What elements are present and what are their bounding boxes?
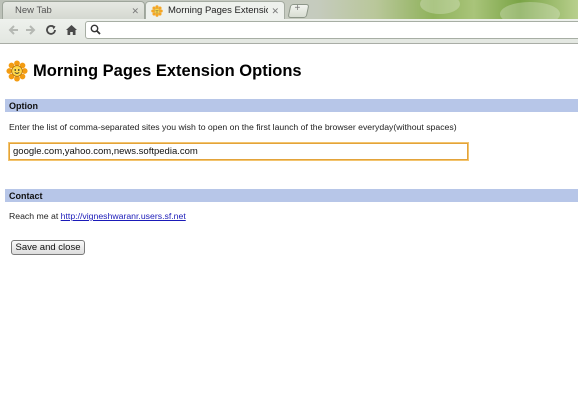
search-icon xyxy=(90,24,101,35)
back-button[interactable] xyxy=(5,22,21,38)
plus-icon: + xyxy=(294,3,301,14)
page-header: Morning Pages Extension Options xyxy=(6,58,302,84)
page-title: Morning Pages Extension Options xyxy=(33,61,302,80)
background-leaf-decoration xyxy=(500,2,560,19)
back-arrow-icon xyxy=(8,25,18,35)
reload-icon xyxy=(46,25,56,35)
contact-section-heading: Contact xyxy=(5,189,578,202)
contact-link[interactable]: http://vigneshwaranr.users.sf.net xyxy=(61,211,186,221)
tab-new-tab[interactable]: New Tab ✕ xyxy=(2,1,145,19)
browser-toolbar xyxy=(0,19,578,44)
tab-morning-pages-options[interactable]: Morning Pages Extension O ✕ xyxy=(145,1,285,19)
reload-button[interactable] xyxy=(43,22,59,38)
address-input[interactable] xyxy=(104,23,564,37)
home-icon xyxy=(65,25,77,35)
new-tab-button[interactable]: + xyxy=(287,3,310,18)
option-section-heading: Option xyxy=(5,99,578,112)
save-and-close-button[interactable]: Save and close xyxy=(11,240,85,255)
sites-input[interactable] xyxy=(8,142,469,161)
forward-button[interactable] xyxy=(23,22,39,38)
tab-title: New Tab xyxy=(15,5,52,16)
address-bar[interactable] xyxy=(85,21,578,39)
sites-description: Enter the list of comma-separated sites … xyxy=(9,122,457,132)
background-leaf-decoration xyxy=(420,0,460,14)
sun-flower-icon xyxy=(151,5,163,17)
sun-flower-icon xyxy=(6,60,28,82)
close-icon[interactable]: ✕ xyxy=(131,2,139,19)
home-button[interactable] xyxy=(63,22,79,38)
contact-line: Reach me at http://vigneshwaranr.users.s… xyxy=(9,211,186,221)
tab-strip: New Tab ✕ Morning Pages Extension O ✕ + xyxy=(0,0,578,19)
close-icon[interactable]: ✕ xyxy=(271,2,279,19)
forward-arrow-icon xyxy=(26,25,36,35)
tab-title: Morning Pages Extension O xyxy=(168,5,268,16)
contact-text: Reach me at xyxy=(9,211,61,221)
